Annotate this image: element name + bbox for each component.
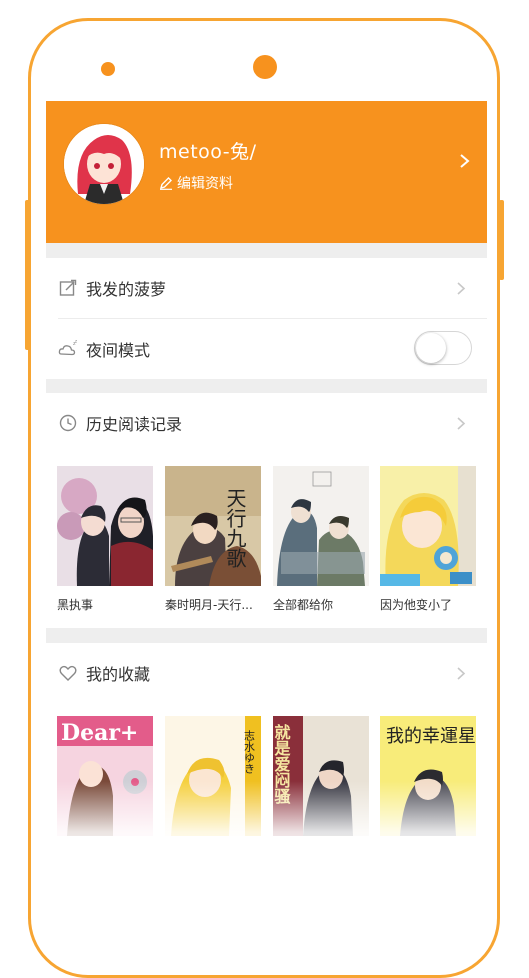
- cover-text: 志水ゆき: [243, 730, 256, 774]
- book-cover[interactable]: [57, 466, 153, 586]
- night-mode-toggle[interactable]: [414, 331, 472, 365]
- chevron-right-icon[interactable]: [459, 153, 471, 169]
- book-cover[interactable]: [273, 466, 369, 586]
- phone-camera: [253, 55, 277, 79]
- profile-header[interactable]: metoo-兔/ 编辑资料: [46, 101, 487, 243]
- moon-cloud-icon: z z: [58, 339, 77, 356]
- bottom-fade: [46, 781, 487, 894]
- my-posts-label: 我发的菠萝: [86, 280, 167, 299]
- night-mode-item: z z 夜间模式: [46, 319, 487, 379]
- history-card: 历史阅读记录 黑执事 天行九歌 秦时明月-天行... 全部都给你 因为他变小了: [46, 393, 487, 628]
- phone-side-button-left: [25, 200, 30, 350]
- pencil-icon: [159, 177, 172, 190]
- edit-profile-label: 编辑资料: [177, 176, 233, 192]
- username: metoo-兔/: [159, 141, 257, 163]
- chevron-right-icon: [457, 667, 466, 680]
- book-cover[interactable]: 天行九歌: [165, 466, 261, 586]
- book-title: 全部都给你: [273, 598, 334, 612]
- cover-text: 天行九歌: [223, 488, 247, 568]
- book-title: 秦时明月-天行...: [165, 598, 253, 612]
- favorites-title: 我的收藏: [86, 665, 151, 684]
- favorites-header[interactable]: 我的收藏: [46, 643, 487, 703]
- edit-profile-link[interactable]: 编辑资料: [159, 173, 233, 193]
- menu-card: 我发的菠萝 z z 夜间模式: [46, 258, 487, 379]
- my-posts-item[interactable]: 我发的菠萝: [46, 258, 487, 318]
- cover-text: Dear+: [61, 720, 138, 746]
- chevron-right-icon: [457, 417, 466, 430]
- book-cover[interactable]: [380, 466, 476, 586]
- phone-side-button-right: [499, 200, 504, 280]
- toggle-knob: [416, 333, 446, 363]
- edit-square-icon: [59, 279, 77, 296]
- night-mode-label: 夜间模式: [86, 341, 151, 360]
- svg-text:z: z: [75, 339, 77, 344]
- avatar[interactable]: [64, 124, 144, 204]
- history-title: 历史阅读记录: [86, 415, 183, 434]
- app-screen: metoo-兔/ 编辑资料 我发的菠萝 z z 夜间模式 历史阅读记录 黑执事 …: [46, 101, 487, 894]
- history-header[interactable]: 历史阅读记录: [46, 393, 487, 453]
- chevron-right-icon: [457, 282, 466, 295]
- phone-sensor: [101, 62, 115, 76]
- heart-icon: [59, 665, 77, 681]
- cover-text: 我的幸運星: [386, 726, 476, 747]
- clock-icon: [59, 414, 77, 432]
- book-title: 黑执事: [57, 598, 94, 612]
- book-title: 因为他变小了: [380, 598, 453, 612]
